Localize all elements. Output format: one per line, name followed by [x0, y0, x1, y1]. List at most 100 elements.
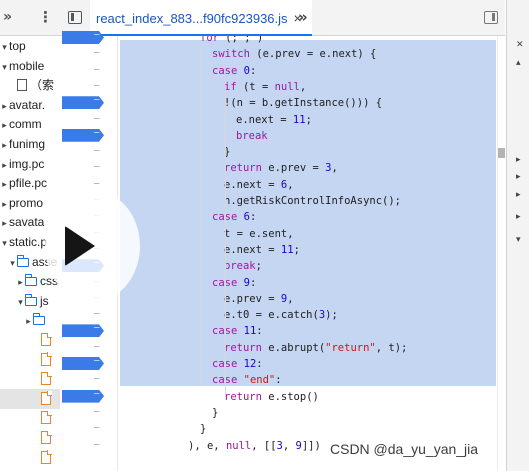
code-line[interactable]: break [236, 128, 268, 144]
toggle-debugger-sidebar-icon[interactable] [484, 11, 498, 24]
file-tree-item[interactable]: ▾ js [0, 291, 60, 311]
code-line[interactable]: switch (e.prev = e.next) { [212, 46, 376, 62]
file-tree-item[interactable] [0, 428, 60, 448]
twisty-icon[interactable]: ▸ [0, 135, 9, 154]
debugger-section-toggle[interactable]: ✕ [516, 40, 524, 50]
breakpoint-marker[interactable]: – [62, 128, 104, 142]
file-tree-item[interactable]: ▸ funimg [0, 134, 60, 154]
code-line[interactable]: case "end": [212, 372, 282, 388]
gutter-line[interactable]: – [60, 160, 118, 176]
twisty-icon[interactable]: ▾ [8, 253, 17, 272]
twisty-icon[interactable]: ▾ [0, 57, 9, 76]
code-line[interactable]: e.prev = 9, [224, 291, 294, 307]
breakpoint-marker[interactable]: – [62, 324, 104, 338]
file-tree-item[interactable]: ▸ avatar. [0, 95, 60, 115]
code-editor[interactable]: for (; ; ) switch (e.prev = e.next) {case… [118, 36, 498, 471]
gutter-line[interactable]: – [60, 128, 118, 144]
twisty-icon[interactable]: ▾ [0, 233, 9, 252]
debugger-section-toggle[interactable]: ▾ [516, 235, 521, 245]
file-tree-item[interactable]: ▸ img.pc [0, 154, 60, 174]
breakpoint-marker[interactable]: – [62, 96, 104, 110]
file-tree-item[interactable] [0, 408, 60, 428]
file-tree-item[interactable]: ▾ top [0, 36, 60, 56]
code-line[interactable]: return e.prev = 3, [224, 160, 338, 176]
code-line[interactable]: e.next = 11; [236, 112, 312, 128]
code-line[interactable]: e.t0 = e.catch(3); [224, 307, 338, 323]
file-tree-item[interactable]: ▸ comm [0, 114, 60, 134]
code-line[interactable]: e.next = 11; [224, 242, 300, 258]
gutter-line[interactable]: – [60, 30, 118, 46]
twisty-icon[interactable]: ▾ [16, 292, 25, 311]
more-options-kebab-icon[interactable]: ⋮ [38, 8, 53, 26]
file-tree-item[interactable] [0, 330, 60, 350]
twisty-icon[interactable]: ▸ [0, 194, 9, 213]
twisty-icon[interactable]: ▸ [24, 311, 33, 330]
gutter-line[interactable]: – [60, 323, 118, 339]
gutter-line[interactable]: – [60, 95, 118, 111]
debugger-section-toggle[interactable]: ▸ [516, 212, 521, 222]
gutter-line[interactable]: – [60, 46, 118, 62]
file-tree-item[interactable]: （索 [0, 75, 60, 95]
code-line[interactable]: if (t = null, [224, 79, 306, 95]
gutter-line[interactable]: – [60, 340, 118, 356]
gutter-line[interactable]: – [60, 356, 118, 372]
twisty-icon[interactable]: ▸ [0, 155, 9, 174]
gutter-line[interactable]: – [60, 372, 118, 388]
debugger-section-toggle[interactable]: ▴ [516, 58, 521, 68]
more-tabs-chevron-icon[interactable]: » [3, 9, 12, 25]
code-line[interactable]: break; [224, 258, 262, 274]
twisty-icon[interactable]: ▸ [0, 96, 9, 115]
breakpoint-marker[interactable]: – [62, 31, 104, 44]
file-tree-item[interactable] [0, 448, 60, 468]
debugger-section-toggle[interactable]: ▸ [516, 190, 521, 200]
code-line[interactable]: return e.abrupt("return", t); [224, 340, 407, 356]
twisty-icon[interactable]: ▸ [0, 213, 9, 232]
file-tree-item[interactable]: ▸ [0, 310, 60, 330]
debugger-section-toggle[interactable]: ▸ [516, 155, 521, 165]
gutter-line[interactable]: – [60, 421, 118, 437]
gutter-line[interactable]: – [60, 307, 118, 323]
gutter-line[interactable]: – [60, 144, 118, 160]
twisty-icon[interactable]: ▾ [0, 37, 9, 56]
code-line[interactable]: case 12: [212, 356, 263, 372]
breakpoint-marker[interactable]: – [62, 389, 104, 403]
code-line[interactable]: e.next = 6, [224, 177, 294, 193]
file-tree-item[interactable]: ▾ mobile [0, 56, 60, 76]
code-line[interactable]: } [200, 421, 206, 437]
file-tree-item[interactable] [0, 350, 60, 370]
breakpoint-marker[interactable]: – [62, 357, 104, 370]
code-line[interactable]: !(n = b.getInstance())) { [224, 95, 382, 111]
code-line[interactable]: return e.stop() [224, 389, 319, 405]
code-line[interactable]: } [212, 405, 218, 421]
gutter-line[interactable]: – [60, 389, 118, 405]
gutter-line[interactable]: – [60, 438, 118, 454]
twisty-icon[interactable]: ▸ [16, 272, 25, 291]
code-line[interactable]: case 0: [212, 63, 256, 79]
code-line[interactable]: for (; ; ) [200, 36, 263, 46]
code-line[interactable]: n.getRiskControlInfoAsync(); [224, 193, 401, 209]
code-line[interactable]: case 6: [212, 209, 256, 225]
video-play-overlay[interactable] [45, 190, 140, 302]
file-tree-item[interactable]: ▸ pfile.pc [0, 173, 60, 193]
code-line[interactable]: case 11: [212, 323, 263, 339]
line-marker: – [94, 341, 100, 352]
code-line[interactable]: case 9: [212, 275, 256, 291]
play-icon[interactable] [65, 226, 95, 266]
file-tree-item[interactable]: ▸ promo [0, 193, 60, 213]
code-line[interactable]: t = e.sent, [224, 226, 294, 242]
debugger-section-toggle[interactable]: ▸ [516, 172, 521, 182]
gutter-line[interactable]: – [60, 405, 118, 421]
editor-scrollbar[interactable] [497, 36, 505, 471]
code-line[interactable]: ), e, null, [[3, 9]]) [188, 438, 321, 454]
gutter-line[interactable]: – [60, 79, 118, 95]
scrollbar-thumb[interactable] [498, 148, 505, 158]
twisty-icon[interactable]: ▸ [0, 174, 9, 193]
tab-overflow-chevron-icon[interactable]: » [298, 8, 308, 26]
twisty-icon[interactable]: ▸ [0, 115, 9, 134]
file-tree-item[interactable] [0, 369, 60, 389]
gutter-line[interactable]: – [60, 112, 118, 128]
tab-react-index-js[interactable]: react_index_883...f90fc923936.js × [90, 0, 312, 36]
toggle-navigator-icon[interactable] [68, 11, 82, 24]
gutter-line[interactable]: – [60, 63, 118, 79]
file-tree-item[interactable] [0, 388, 60, 409]
